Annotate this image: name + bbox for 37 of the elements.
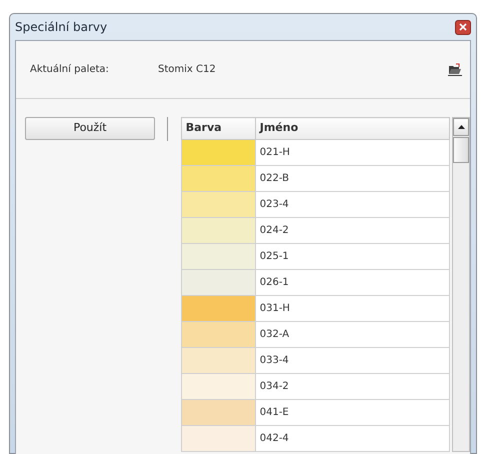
color-name[interactable]: 023-4: [255, 192, 450, 218]
up-arrow-icon: [458, 125, 464, 129]
color-name[interactable]: 033-4: [255, 348, 450, 374]
color-swatch[interactable]: [181, 270, 256, 296]
color-name[interactable]: 034-2: [255, 374, 450, 400]
color-name[interactable]: 042-4: [255, 426, 450, 452]
color-swatch[interactable]: [181, 400, 256, 426]
color-swatch[interactable]: [181, 166, 256, 192]
scroll-up-button[interactable]: [453, 118, 469, 136]
color-name[interactable]: 025-1: [255, 244, 450, 270]
scroll-thumb[interactable]: [453, 137, 469, 163]
color-name[interactable]: 021-H: [255, 140, 450, 166]
close-button[interactable]: [455, 20, 471, 34]
open-folder-icon[interactable]: [448, 63, 462, 76]
column-header[interactable]: Jméno: [255, 118, 450, 140]
scrollbar[interactable]: [452, 117, 470, 452]
color-name[interactable]: 032-A: [255, 322, 450, 348]
palette-label: Aktuální paleta:: [30, 63, 110, 77]
color-name[interactable]: 026-1: [255, 270, 450, 296]
color-swatch[interactable]: [181, 296, 256, 322]
color-swatch[interactable]: [181, 348, 256, 374]
color-swatch[interactable]: [181, 192, 256, 218]
color-name[interactable]: 041-E: [255, 400, 450, 426]
color-swatch[interactable]: [181, 374, 256, 400]
color-name[interactable]: 024-2: [255, 218, 450, 244]
color-name[interactable]: 031-H: [255, 296, 450, 322]
close-icon: [459, 23, 467, 31]
color-swatch[interactable]: [181, 322, 256, 348]
color-swatch[interactable]: [181, 140, 256, 166]
column-header[interactable]: Barva: [181, 118, 256, 140]
palette-value: Stomix C12: [158, 63, 217, 77]
window-title: Speciální barvy: [15, 19, 108, 36]
color-swatch[interactable]: [181, 244, 256, 270]
apply-button[interactable]: Použít: [25, 117, 155, 140]
color-swatch[interactable]: [181, 218, 256, 244]
color-name[interactable]: 022-B: [255, 166, 450, 192]
color-swatch[interactable]: [181, 426, 256, 452]
